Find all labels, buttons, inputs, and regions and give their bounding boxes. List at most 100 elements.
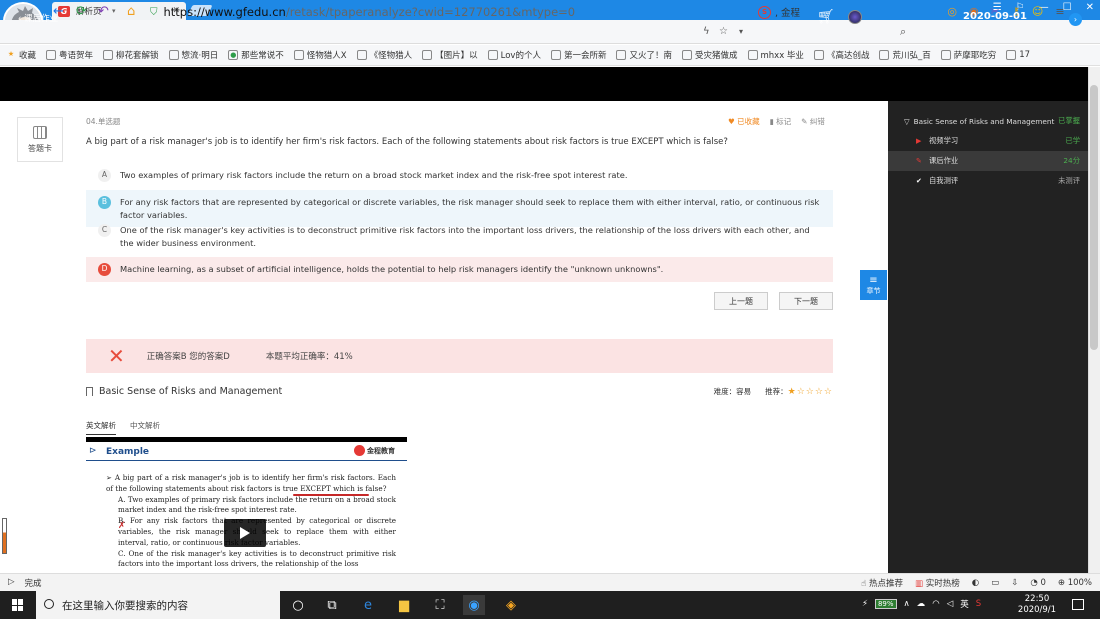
knowledge-point-row: Basic Sense of Risks and Management 难度：容… (86, 386, 833, 397)
extension-smile-icon[interactable]: ☺ (1032, 5, 1043, 18)
cart-icon[interactable]: 🛒︎ (817, 9, 835, 25)
chapter-toggle-button[interactable]: ≡ 章节 (860, 270, 887, 300)
user-badge-icon[interactable] (848, 10, 862, 24)
page-icon (550, 50, 561, 60)
browser-taskbar-icon[interactable]: ◉ (463, 595, 485, 615)
address-dropdown-icon[interactable]: ▾ (739, 27, 743, 36)
address-bar[interactable]: ⛉ https://www.gfedu.cn /retask/tpaperana… (150, 3, 750, 21)
windows-start-icon[interactable] (12, 599, 24, 611)
wifi-icon[interactable]: ◠ (932, 599, 939, 609)
bookmark-item[interactable]: 萨摩耶吃穷 (940, 49, 996, 61)
bookmark-item[interactable]: 柳花套解锁 (103, 49, 159, 61)
question-actions: ♥ 已收藏 ▮ 标记 ✎ 纠错 (728, 116, 825, 127)
favorite-button[interactable]: ♥ 已收藏 (728, 116, 760, 127)
option-c[interactable]: C One of the risk manager's key activiti… (86, 218, 833, 255)
undo-dropdown-icon[interactable]: ▾ (112, 7, 116, 15)
sogou-tray-icon[interactable]: S (976, 599, 981, 609)
cortana-icon[interactable]: ○ (287, 595, 309, 615)
cloud-icon[interactable]: ☁ (917, 599, 926, 609)
mark-button[interactable]: ▮ 标记 (770, 116, 792, 127)
bookmark-item[interactable]: 第一会所新 (550, 49, 606, 61)
tab-chinese-analysis[interactable]: 中文解析 (130, 420, 160, 435)
page-icon (940, 50, 951, 60)
bookmark-item[interactable]: mhxx 毕业 (747, 49, 804, 61)
speaker-icon[interactable]: ◐ (972, 578, 979, 588)
chevron-right-icon[interactable]: › (1069, 13, 1082, 26)
bookmark-item[interactable]: 《高达创战 (813, 49, 869, 61)
search-icon[interactable]: ⌕ (900, 25, 906, 39)
screen-icon[interactable]: ▭ (991, 578, 999, 588)
app-taskbar-icon[interactable]: ◈ (500, 595, 522, 615)
item-status: 24分 (1063, 156, 1080, 165)
store-icon[interactable]: ⛶ (429, 595, 451, 615)
zoom-level[interactable]: ⊕ 100% (1058, 578, 1092, 588)
system-tray: ⚡ 89% ∧ ☁ ◠ ◁ 英 S (862, 598, 981, 610)
hot-recommend-link[interactable]: ☝ 热点推荐 (861, 577, 903, 589)
bookmark-item[interactable]: Lov的个人 (487, 49, 541, 61)
taskbar-search-input[interactable]: 在这里输入你要搜索的内容 (36, 591, 280, 619)
option-d-selected-wrong[interactable]: D Machine learning, as a subset of artif… (86, 257, 833, 282)
next-question-button[interactable]: 下一题 (779, 292, 833, 310)
result-banner: ✕ 正确答案B 您的答案D 本题平均正确率：41% (86, 339, 833, 373)
sidebar-item-homework[interactable]: ✎ 课后作业 24分 (888, 151, 1088, 171)
bookmark-item[interactable]: 荒川弘_百 (879, 49, 931, 61)
bookmark-item[interactable]: ● 那些常说不 (228, 49, 284, 61)
back-to-homework-link[interactable]: ‹ 课后作业 (18, 12, 58, 24)
sidebar-item-video[interactable]: ▶ 视频学习 已学 (888, 131, 1088, 151)
volume-slider[interactable] (2, 518, 7, 554)
wrong-x-icon: ✕ (108, 344, 125, 368)
home-icon[interactable]: ⌂ (127, 4, 135, 19)
notification-icon[interactable] (1072, 599, 1084, 610)
undo-icon[interactable]: ↶ (98, 4, 109, 19)
edge-icon[interactable]: e (357, 595, 379, 615)
answers-text: 正确答案B 您的答案D (146, 352, 230, 362)
refresh-icon[interactable]: ⟳ (76, 4, 87, 19)
windows-taskbar: 在这里输入你要搜索的内容 ○ ⧉ e ▆ ⛶ ◉ ◈ ⚡ 89% ∧ ☁ ◠ ◁… (0, 591, 1100, 619)
answer-card-button[interactable]: 答题卡 (17, 117, 63, 162)
extension-coin-icon[interactable]: ◎ (947, 5, 957, 18)
knowledge-point-title[interactable]: Basic Sense of Risks and Management (99, 386, 282, 397)
prev-question-button[interactable]: 上一题 (714, 292, 768, 310)
search-box[interactable]: S , 金程 (758, 3, 916, 21)
plug-icon[interactable]: ⚡ (862, 599, 868, 609)
bookmark-item[interactable]: 怪物猎人X (293, 49, 347, 61)
ime-indicator[interactable]: 英 (960, 598, 969, 610)
bookmark-item[interactable]: 惣流·明日 (168, 49, 218, 61)
live-hot-list-link[interactable]: ▥ 实时热榜 (915, 577, 960, 589)
sidebar-item-self-test[interactable]: ✔ 自我测评 未测评 (888, 171, 1088, 191)
chart-icon: ▥ (914, 578, 924, 589)
play-button[interactable] (224, 519, 266, 547)
close-window-icon[interactable]: ✕ (1086, 2, 1094, 13)
play-icon (240, 527, 250, 539)
scrollbar-thumb[interactable] (1090, 85, 1098, 350)
bookmark-item[interactable]: 《怪物猎人 (356, 49, 412, 61)
bookmark-item[interactable]: 又火了！南 (616, 49, 672, 61)
sidebar-toggle-icon[interactable]: ▷ (8, 577, 15, 589)
report-error-button[interactable]: ✎ 纠错 (801, 116, 825, 127)
bookmark-item[interactable]: 受灾猪做成 (681, 49, 738, 61)
chevron-up-icon[interactable]: ∧ (904, 599, 910, 609)
video-player[interactable]: ⊳ Example 金程教育 ➢ A big part of a risk ma… (86, 437, 407, 573)
page-icon (879, 50, 890, 60)
tab-english-analysis[interactable]: 英文解析 (86, 420, 116, 435)
star-bookmark-icon[interactable]: ☆ (719, 26, 728, 37)
volume-icon[interactable]: ◁ (947, 599, 954, 609)
url-host: https://www.gfedu.cn (163, 5, 286, 19)
bookmark-item[interactable]: ★ 收藏 (6, 49, 36, 61)
extension-app-icon[interactable]: ▣ (925, 5, 935, 18)
chat-icon: ● (228, 50, 239, 60)
bookmark-item[interactable]: 17 (1006, 50, 1030, 60)
sidebar-section[interactable]: ▽ Basic Sense of Risks and Management 已掌… (888, 111, 1088, 131)
task-view-icon[interactable]: ⧉ (321, 595, 343, 615)
thumb-icon: ☝ (861, 578, 867, 589)
option-a[interactable]: A Two examples of primary risk factors i… (86, 163, 833, 188)
taskbar-clock[interactable]: 22:50 2020/9/1 (1014, 594, 1060, 616)
file-explorer-icon[interactable]: ▆ (393, 595, 415, 615)
bookmark-item[interactable]: 【图片】以 (422, 49, 478, 61)
download-icon[interactable]: ⇩ (1011, 578, 1018, 588)
battery-indicator[interactable]: 89% (874, 599, 897, 609)
count-badge[interactable]: ◔ 0 (1030, 578, 1046, 588)
menu-icon[interactable]: ≡ (1055, 5, 1064, 18)
lightning-icon[interactable]: ϟ (703, 26, 710, 37)
bookmark-item[interactable]: 粤语贺年 (46, 49, 93, 61)
